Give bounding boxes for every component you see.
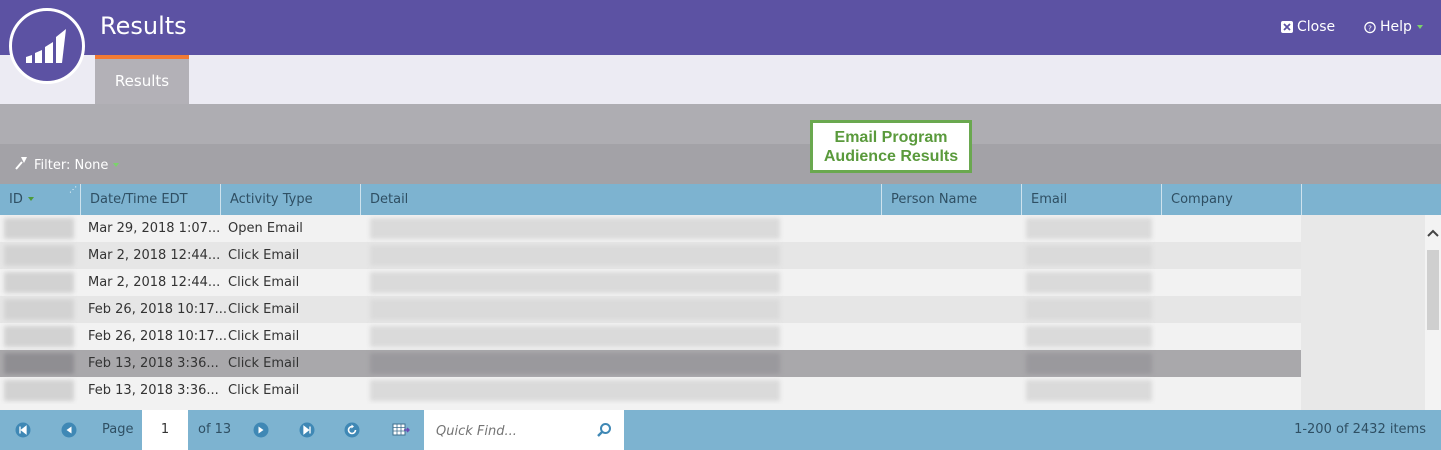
annotation-callout: Email Program Audience Results [810, 120, 972, 173]
redacted-id [4, 218, 74, 239]
first-page-icon[interactable] [15, 422, 31, 438]
cell-datetime: Mar 29, 2018 1:07... [88, 221, 221, 236]
close-label: Close [1297, 19, 1336, 35]
pager-bar: Page of 13 1-200 of 2432 items [0, 410, 1441, 450]
redacted-email [1026, 380, 1152, 401]
redacted-detail [370, 272, 780, 293]
quick-find-input[interactable] [434, 420, 593, 442]
column-header-company[interactable]: Company [1162, 184, 1302, 215]
page-label: Page [102, 422, 134, 437]
cell-datetime: Feb 26, 2018 10:17... [88, 329, 228, 344]
table-row[interactable]: Feb 26, 2018 10:17... Click Email [0, 323, 1301, 350]
column-header-id[interactable]: ID ⋰ [0, 184, 81, 215]
help-icon: ? [1364, 21, 1376, 33]
help-button[interactable]: ? Help [1364, 19, 1424, 35]
scrollbar-thumb[interactable] [1427, 250, 1439, 330]
cell-activity-type: Click Email [228, 302, 300, 317]
table-row[interactable]: Feb 13, 2018 3:36... Click Email [0, 350, 1301, 377]
redacted-email [1026, 218, 1152, 239]
svg-text:?: ? [1368, 23, 1372, 32]
last-page-icon[interactable] [299, 422, 315, 438]
redacted-email [1026, 353, 1152, 374]
tab-bar: Results [0, 55, 1441, 104]
grid-header: ID ⋰ Date/Time EDT Activity Type Detail … [0, 184, 1441, 215]
chevron-down-icon [1416, 19, 1424, 35]
filter-bar: Filter: None [0, 144, 1441, 184]
redacted-id [4, 380, 74, 401]
table-row[interactable]: Feb 13, 2018 3:36... Click Email [0, 377, 1301, 404]
filter-icon [14, 156, 30, 174]
page-total-label: of 13 [198, 422, 232, 437]
redacted-email [1026, 245, 1152, 266]
callout-line-1: Email Program [834, 129, 948, 146]
refresh-icon[interactable] [344, 422, 360, 438]
top-bar: Results Close ? Help [0, 0, 1441, 55]
table-row[interactable]: Mar 29, 2018 1:07... Open Email [0, 215, 1301, 242]
cell-activity-type: Click Email [228, 356, 300, 371]
redacted-detail [370, 218, 780, 239]
toolbar-band [0, 104, 1441, 144]
redacted-detail [370, 245, 780, 266]
cell-activity-type: Click Email [228, 248, 300, 263]
table-row[interactable]: Mar 2, 2018 12:44... Click Email [0, 269, 1301, 296]
column-menu-icon[interactable]: ⋰ [69, 186, 77, 194]
close-icon [1281, 21, 1293, 33]
redacted-email [1026, 326, 1152, 347]
redacted-id [4, 272, 74, 293]
vertical-scrollbar[interactable] [1425, 215, 1441, 410]
scroll-up-icon[interactable] [1426, 227, 1440, 241]
next-page-icon[interactable] [253, 422, 269, 438]
redacted-detail [370, 380, 780, 401]
redacted-email [1026, 272, 1152, 293]
column-header-datetime[interactable]: Date/Time EDT [81, 184, 221, 215]
app-logo [9, 8, 85, 84]
sort-desc-icon [27, 192, 35, 207]
bar-chart-logo-icon [26, 29, 66, 63]
column-header-detail[interactable]: Detail [361, 184, 882, 215]
filter-dropdown[interactable]: Filter: None [14, 156, 120, 174]
redacted-id [4, 326, 74, 347]
grid-body: Mar 29, 2018 1:07... Open Email Mar 2, 201… [0, 215, 1425, 410]
column-header-activity-type[interactable]: Activity Type [221, 184, 361, 215]
search-icon[interactable] [596, 422, 612, 442]
quick-find-box [424, 410, 624, 450]
redacted-detail [370, 326, 780, 347]
cell-datetime: Feb 26, 2018 10:17... [88, 302, 228, 317]
cell-activity-type: Open Email [228, 221, 303, 236]
cell-activity-type: Click Email [228, 383, 300, 398]
export-grid-icon[interactable] [392, 422, 411, 438]
cell-activity-type: Click Email [228, 329, 300, 344]
redacted-detail [370, 299, 780, 320]
cell-datetime: Feb 13, 2018 3:36... [88, 383, 219, 398]
table-row[interactable]: Mar 2, 2018 12:44... Click Email [0, 242, 1301, 269]
column-header-email[interactable]: Email [1022, 184, 1162, 215]
redacted-detail [370, 353, 780, 374]
redacted-id [4, 353, 74, 374]
filter-label: Filter: None [34, 157, 109, 173]
app-title: Results [100, 12, 187, 40]
callout-line-2: Audience Results [823, 148, 959, 165]
cell-datetime: Mar 2, 2018 12:44... [88, 248, 221, 263]
redacted-email [1026, 299, 1152, 320]
cell-datetime: Mar 2, 2018 12:44... [88, 275, 221, 290]
tab-results[interactable]: Results [95, 55, 189, 104]
column-header-person-name[interactable]: Person Name [882, 184, 1022, 215]
item-count-label: 1-200 of 2432 items [1294, 422, 1426, 437]
help-label: Help [1380, 19, 1412, 35]
redacted-id [4, 245, 74, 266]
cell-datetime: Feb 13, 2018 3:36... [88, 356, 219, 371]
redacted-id [4, 299, 74, 320]
cell-activity-type: Click Email [228, 275, 300, 290]
table-row[interactable]: Feb 26, 2018 10:17... Click Email [0, 296, 1301, 323]
chevron-down-icon [112, 158, 120, 173]
previous-page-icon[interactable] [61, 422, 77, 438]
page-number-input[interactable] [142, 410, 188, 450]
close-button[interactable]: Close [1281, 19, 1335, 35]
